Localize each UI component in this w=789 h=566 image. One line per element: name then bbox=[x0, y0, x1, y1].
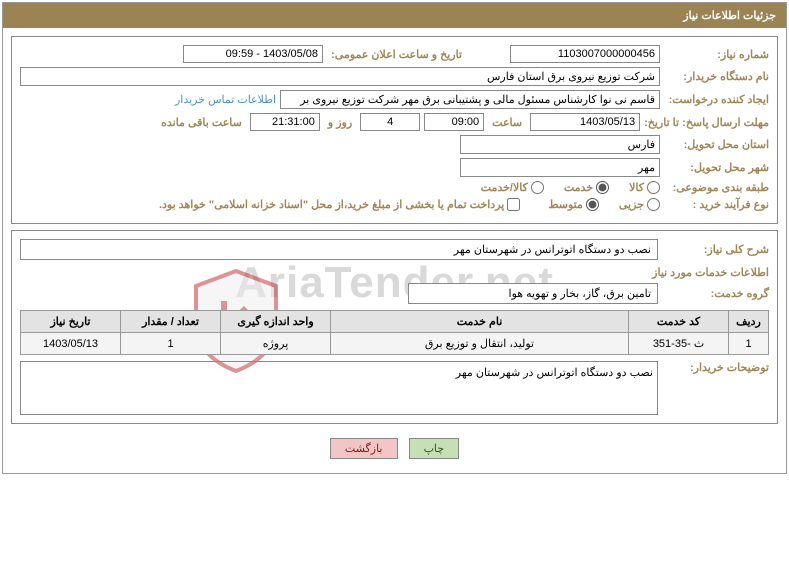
buyer-field: شرکت توزیع نیروی برق استان فارس bbox=[20, 67, 660, 86]
td-qty: 1 bbox=[121, 333, 221, 355]
radio-goods[interactable]: کالا bbox=[629, 181, 660, 194]
back-button[interactable]: بازگشت bbox=[330, 438, 398, 459]
payment-checkbox[interactable] bbox=[507, 198, 520, 211]
category-radio-group: کالا خدمت کالا/خدمت bbox=[481, 181, 660, 194]
radio-service[interactable]: خدمت bbox=[564, 181, 609, 194]
contact-link[interactable]: اطلاعات تماس خریدار bbox=[175, 93, 276, 106]
page-title: جزئیات اطلاعات نیاز bbox=[683, 10, 776, 22]
process-label: نوع فرآیند خرید : bbox=[664, 198, 769, 211]
creator-field: قاسم نی نوا کارشناس مسئول مالی و پشتیبان… bbox=[280, 90, 660, 109]
remain-label: ساعت باقی مانده bbox=[157, 116, 246, 129]
radio-goods-input[interactable] bbox=[647, 181, 660, 194]
process-radio-group: جزیی متوسط bbox=[548, 198, 660, 211]
th-row: ردیف bbox=[729, 311, 769, 333]
table-row: 1 ث -35-351 تولید، انتقال و توزیع برق پر… bbox=[21, 333, 769, 355]
th-code: کد خدمت bbox=[629, 311, 729, 333]
radio-medium[interactable]: متوسط bbox=[548, 198, 599, 211]
creator-label: ایجاد کننده درخواست: bbox=[664, 93, 769, 106]
desc-label: شرح کلی نیاز: bbox=[664, 243, 769, 256]
province-field: فارس bbox=[460, 135, 660, 154]
services-box: شرح کلی نیاز: نصب دو دستگاه اتوترانس در … bbox=[11, 230, 778, 424]
days-and-label: روز و bbox=[324, 116, 356, 129]
th-unit: واحد اندازه گیری bbox=[221, 311, 331, 333]
buyer-label: نام دستگاه خریدار: bbox=[664, 70, 769, 83]
td-date: 1403/05/13 bbox=[21, 333, 121, 355]
services-table: ردیف کد خدمت نام خدمت واحد اندازه گیری ت… bbox=[20, 310, 769, 355]
th-qty: تعداد / مقدار bbox=[121, 311, 221, 333]
group-field: تامین برق، گاز، بخار و تهویه هوا bbox=[408, 283, 658, 304]
deadline-label: مهلت ارسال پاسخ: تا تاریخ: bbox=[644, 116, 769, 129]
desc-field: نصب دو دستگاه اتوترانس در شهرستان مهر bbox=[20, 239, 658, 260]
th-date: تاریخ نیاز bbox=[21, 311, 121, 333]
radio-medium-input[interactable] bbox=[586, 198, 599, 211]
radio-partial-input[interactable] bbox=[647, 198, 660, 211]
buyer-notes-field: نصب دو دستگاه اتوترانس در شهرستان مهر bbox=[20, 361, 658, 415]
payment-note: پرداخت تمام یا بخشی از مبلغ خرید،از محل … bbox=[159, 198, 504, 211]
deadline-time-field: 09:00 bbox=[424, 113, 484, 131]
th-name: نام خدمت bbox=[331, 311, 629, 333]
td-name: تولید، انتقال و توزیع برق bbox=[331, 333, 629, 355]
radio-partial[interactable]: جزیی bbox=[619, 198, 660, 211]
radio-both-input[interactable] bbox=[531, 181, 544, 194]
button-bar: چاپ بازگشت bbox=[11, 430, 778, 465]
payment-checkbox-wrap[interactable]: پرداخت تمام یا بخشی از مبلغ خرید،از محل … bbox=[159, 198, 520, 211]
days-field: 4 bbox=[360, 113, 420, 131]
need-number-field: 1103007000000456 bbox=[510, 45, 660, 63]
buyer-notes-label: توضیحات خریدار: bbox=[664, 361, 769, 374]
radio-both[interactable]: کالا/خدمت bbox=[481, 181, 544, 194]
services-header: اطلاعات خدمات مورد نیاز bbox=[20, 266, 769, 279]
page-container: جزئیات اطلاعات نیاز AriaTender.net شماره… bbox=[2, 2, 787, 474]
remain-time-field: 21:31:00 bbox=[250, 113, 320, 131]
city-label: شهر محل تحویل: bbox=[664, 161, 769, 174]
announce-field: 1403/05/08 - 09:59 bbox=[183, 45, 323, 63]
deadline-date-field: 1403/05/13 bbox=[530, 113, 640, 131]
print-button[interactable]: چاپ bbox=[409, 438, 460, 459]
page-title-bar: جزئیات اطلاعات نیاز bbox=[3, 3, 786, 28]
announce-label: تاریخ و ساعت اعلان عمومی: bbox=[327, 48, 466, 61]
province-label: استان محل تحویل: bbox=[664, 138, 769, 151]
radio-service-input[interactable] bbox=[596, 181, 609, 194]
td-unit: پروژه bbox=[221, 333, 331, 355]
need-info-box: شماره نیاز: 1103007000000456 تاریخ و ساع… bbox=[11, 36, 778, 224]
city-field: مهر bbox=[460, 158, 660, 177]
need-number-label: شماره نیاز: bbox=[664, 48, 769, 61]
time-label: ساعت bbox=[488, 116, 526, 129]
td-row: 1 bbox=[729, 333, 769, 355]
td-code: ث -35-351 bbox=[629, 333, 729, 355]
content-area: AriaTender.net شماره نیاز: 1103007000000… bbox=[3, 28, 786, 473]
category-label: طبقه بندی موضوعی: bbox=[664, 181, 769, 194]
group-label: گروه خدمت: bbox=[664, 287, 769, 300]
